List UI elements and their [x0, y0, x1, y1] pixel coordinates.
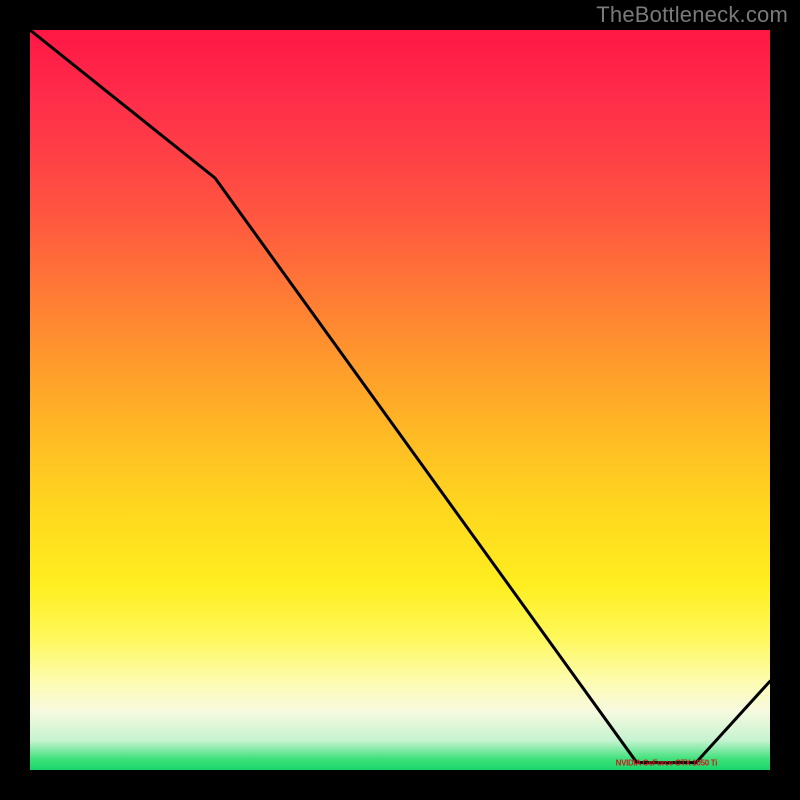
attribution-label: TheBottleneck.com: [596, 2, 788, 28]
gpu-annotation-label: NVIDIA GeForce GTX 1050 Ti: [616, 758, 718, 767]
bottleneck-chart: NVIDIA GeForce GTX 1050 Ti: [30, 30, 770, 770]
bottleneck-curve: [30, 30, 770, 770]
